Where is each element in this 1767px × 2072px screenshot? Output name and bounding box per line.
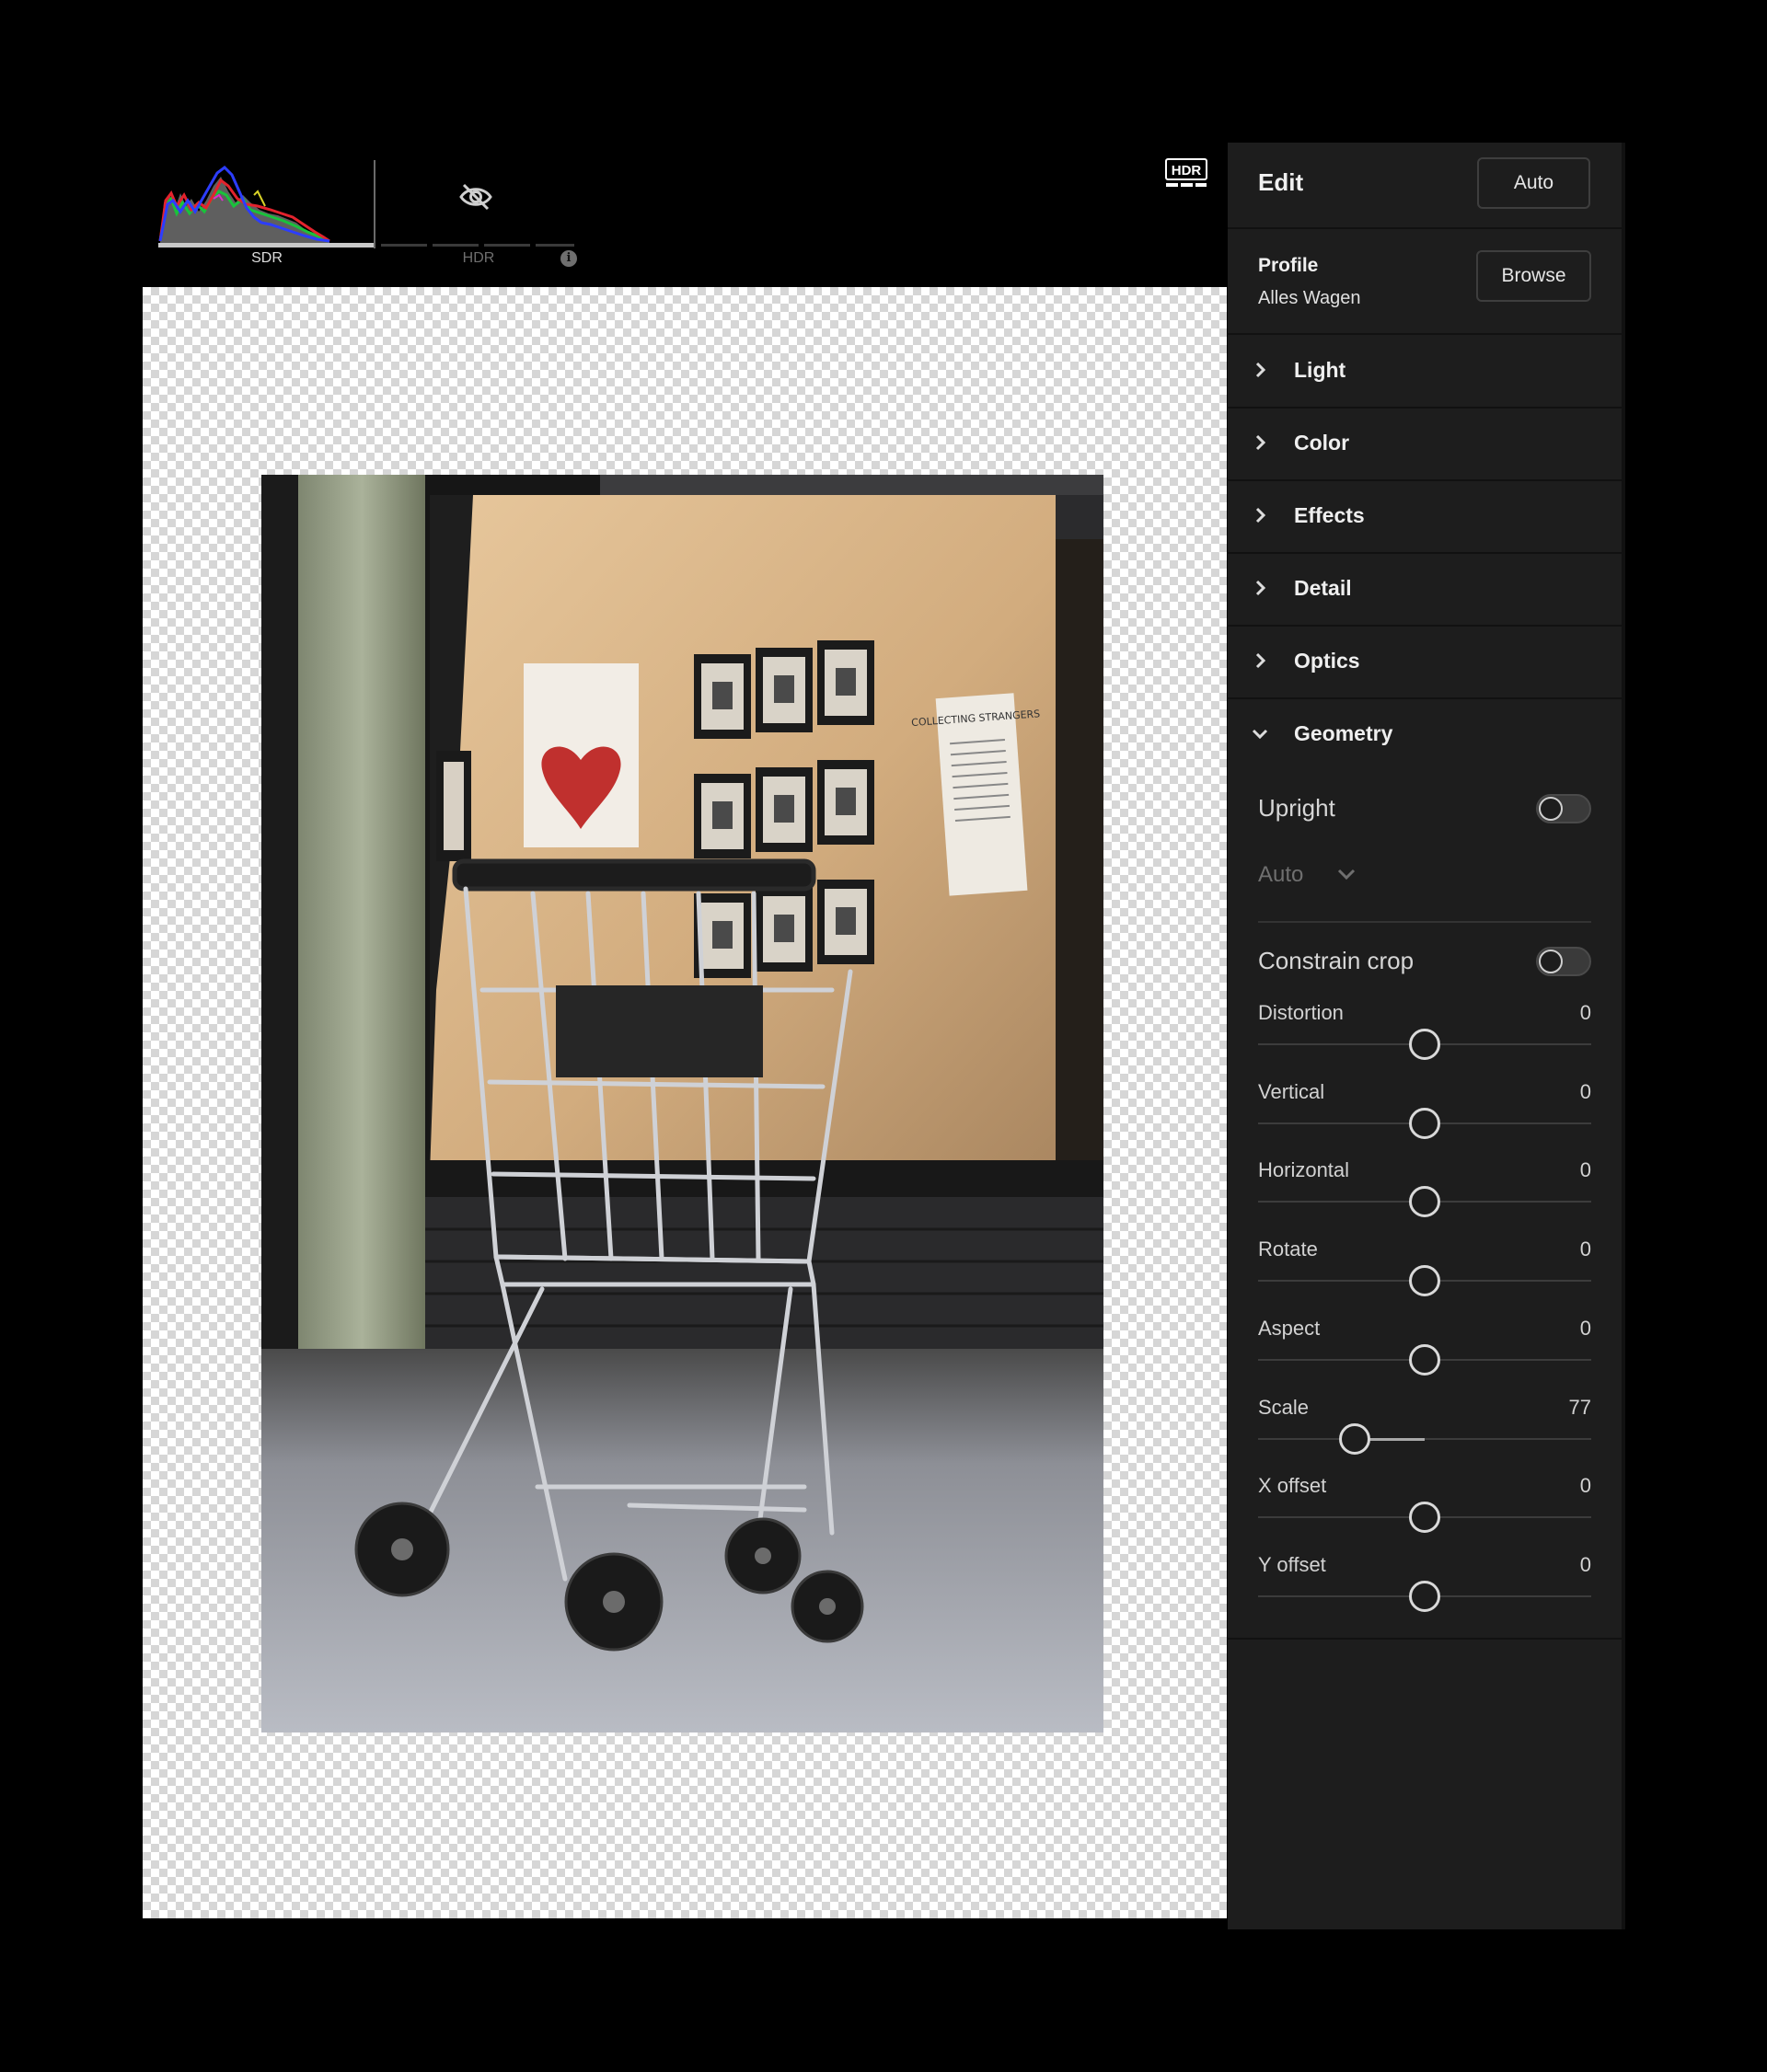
panel-title: Edit [1258,168,1304,196]
divider [1228,333,1622,335]
slider-scale[interactable]: Scale 77 [1258,1396,1591,1469]
sdr-label: SDR [251,250,283,266]
slider-aspect[interactable]: Aspect 0 [1258,1317,1591,1390]
section-label: Light [1294,358,1346,382]
browse-button[interactable]: Browse [1476,250,1591,302]
chevron-right-icon [1255,507,1266,524]
slider-label: Y offset [1258,1552,1326,1576]
slider-track[interactable] [1258,1437,1591,1440]
profile-value: Alles Wagen [1258,288,1361,308]
slider-thumb[interactable] [1338,1422,1370,1455]
slider-y-offset[interactable]: Y offset 0 [1258,1553,1591,1627]
slider-value[interactable]: 0 [1580,1317,1591,1341]
section-label: Detail [1294,576,1352,600]
hdr-badge-icon: HDR [1165,158,1207,187]
upright-mode-select[interactable]: Auto [1258,862,1303,888]
constrain-crop-label: Constrain crop [1258,947,1415,974]
slider-label: Scale [1258,1395,1310,1419]
slider-thumb[interactable] [1409,1580,1440,1612]
geometry-divider [1258,921,1591,923]
slider-value[interactable]: 0 [1580,1553,1591,1577]
slider-value[interactable]: 0 [1580,1474,1591,1498]
divider [1228,1638,1622,1640]
chevron-right-icon [1255,652,1266,669]
slider-x-offset[interactable]: X offset 0 [1258,1474,1591,1548]
constrain-crop-toggle[interactable] [1536,947,1591,976]
toggle-knob [1539,797,1563,821]
slider-label: X offset [1258,1474,1327,1498]
slider-rotate[interactable]: Rotate 0 [1258,1237,1591,1311]
auto-button[interactable]: Auto [1477,157,1590,209]
section-label: Effects [1294,503,1365,527]
section-light[interactable]: Light [1228,336,1622,407]
hdr-label: HDR [462,250,495,266]
slider-distortion[interactable]: Distortion 0 [1258,1001,1591,1075]
slider-horizontal[interactable]: Horizontal 0 [1258,1158,1591,1232]
hdr-range-bars [381,244,574,247]
info-icon[interactable]: i [560,250,577,267]
histogram-divider [374,160,375,248]
sdr-range-bar [158,243,374,247]
slider-label: Aspect [1258,1316,1321,1340]
chevron-right-icon [1255,434,1266,451]
slider-thumb[interactable] [1409,1029,1440,1060]
slider-label: Rotate [1258,1237,1318,1261]
histogram [158,166,330,243]
chevron-down-icon [1252,729,1268,740]
slider-thumb[interactable] [1409,1265,1440,1297]
slider-vertical[interactable]: Vertical 0 [1258,1080,1591,1154]
slider-value[interactable]: 77 [1569,1396,1591,1420]
divider [1228,227,1622,229]
chevron-right-icon [1255,580,1266,596]
section-label: Color [1294,431,1350,455]
section-label: Optics [1294,649,1360,673]
section-detail[interactable]: Detail [1228,554,1622,625]
upright-toggle[interactable] [1536,794,1591,823]
photo-shopping-cart: COLLECTING STRANGERS [261,475,1103,1732]
slider-value[interactable]: 0 [1580,1237,1591,1261]
slider-label: Horizontal [1258,1158,1350,1182]
toggle-knob [1539,950,1563,973]
slider-value[interactable]: 0 [1580,1001,1591,1025]
section-effects[interactable]: Effects [1228,481,1622,552]
section-label: Geometry [1294,721,1393,745]
section-color[interactable]: Color [1228,409,1622,479]
slider-thumb[interactable] [1409,1343,1440,1376]
edit-panel: Edit Auto Profile Alles Wagen Browse Lig… [1228,143,1622,1929]
profile-label: Profile [1258,255,1319,276]
panel-edge [1622,143,1625,1929]
slider-label: Distortion [1258,1001,1344,1024]
slider-value[interactable]: 0 [1580,1158,1591,1182]
slider-value[interactable]: 0 [1580,1080,1591,1104]
slider-thumb[interactable] [1409,1502,1440,1534]
chevron-right-icon [1255,362,1266,378]
slider-thumb[interactable] [1409,1107,1440,1139]
chevron-down-icon[interactable] [1336,868,1357,881]
slider-thumb[interactable] [1409,1186,1440,1218]
section-geometry[interactable]: Geometry [1228,699,1622,770]
hdr-badge-text: HDR [1172,163,1202,178]
section-optics[interactable]: Optics [1228,627,1622,697]
upright-label: Upright [1258,794,1335,822]
slider-label: Vertical [1258,1079,1325,1103]
eye-off-icon[interactable] [458,182,493,212]
